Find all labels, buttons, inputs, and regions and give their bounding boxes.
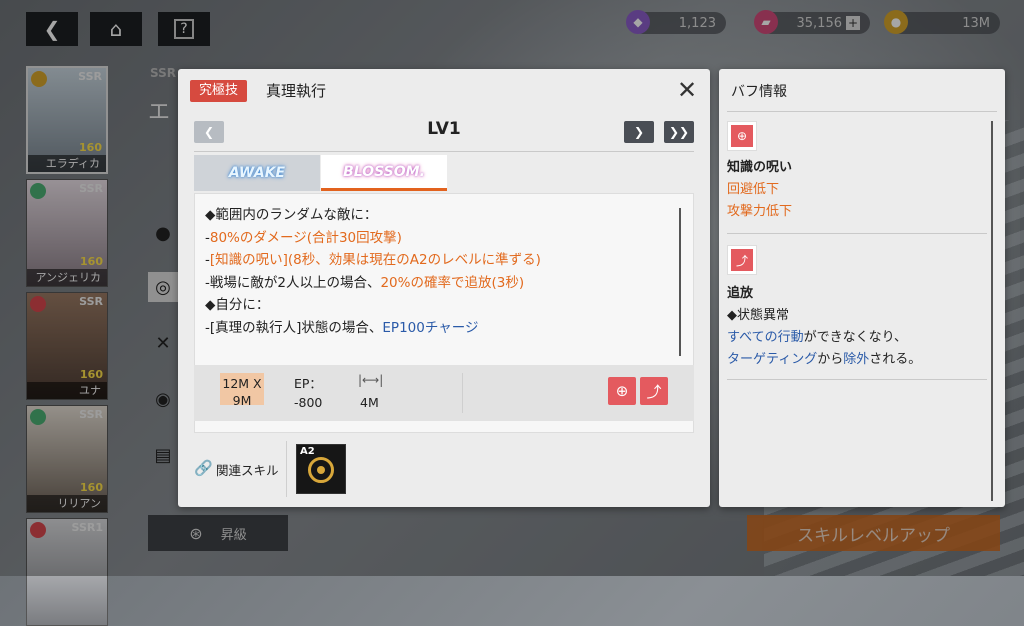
tab-awake[interactable]: AWAKE xyxy=(194,155,320,191)
text-run: ◆範囲内のランダムな敵に： xyxy=(205,207,378,223)
banish-effect-icon[interactable]: ⤴ xyxy=(640,377,668,405)
text-run: すべての行動 xyxy=(727,330,804,345)
close-button[interactable]: ✕ xyxy=(674,77,700,103)
buff-effects: 回避低下 攻撃力低下 xyxy=(727,179,792,223)
text-run: -[真理の執行人]状態の場合、 xyxy=(205,319,383,336)
distance-icon: |⟷| xyxy=(358,373,384,387)
text-run: 攻撃力低下 xyxy=(727,204,793,219)
ep-label: EP： xyxy=(294,376,322,391)
tab-blossom[interactable]: BLOSSOM. xyxy=(321,155,447,191)
text-line: -戦場に敵が2人以上の場合、20%の確率で追放(3秒) xyxy=(205,272,541,295)
distance-value: 4M xyxy=(360,395,379,410)
text-run: [知識の呪い](8秒、効果は現在のA2のレベルに準ずる) xyxy=(209,252,541,268)
text-run: から xyxy=(817,352,844,367)
curse-buff-icon: ⊕ xyxy=(727,121,757,151)
text-line: -[知識の呪い](8秒、効果は現在のA2のレベルに準ずる) xyxy=(205,249,541,272)
text-line: すべての行動ができなくなり、 xyxy=(727,327,921,349)
text-run: される。 xyxy=(869,352,922,367)
buff-name: 追放 xyxy=(727,286,754,301)
skill-title: 真理執行 xyxy=(266,82,327,100)
text-run: ◆状態異常 xyxy=(727,308,789,323)
text-run: -戦場に敵が2人以上の場合、 xyxy=(205,274,381,291)
max-level-button[interactable]: ❯❯ xyxy=(664,121,694,143)
divider xyxy=(286,441,287,497)
text-line: ターゲティングから除外される。 xyxy=(727,349,921,371)
text-line: ◆状態異常 xyxy=(727,305,921,327)
banish-buff-icon: ⤴ xyxy=(727,245,757,275)
range-value: 12M X 9M xyxy=(222,376,262,408)
buff-name: 知識の呪い xyxy=(727,160,793,175)
skill-emblem-icon xyxy=(308,457,334,483)
buff-info-panel: バフ情報 ⊕ 知識の呪い 回避低下攻撃力低下 ⤴ 追放 ◆状態異常すべての行動が… xyxy=(719,69,1005,507)
divider xyxy=(727,379,987,380)
text-run: ◆自分に： xyxy=(205,297,270,313)
buff-panel-title: バフ情報 xyxy=(731,84,787,100)
scrollbar[interactable] xyxy=(991,121,993,501)
text-line: ◆自分に： xyxy=(205,294,541,317)
text-run: ができなくなり、 xyxy=(803,330,908,345)
chevron-right-icon: ❯ xyxy=(633,125,645,139)
text-line: 回避低下 xyxy=(727,179,792,201)
skill-stats: 12M X 9M EP： -800 |⟷| 4M ⊕ ⤴ xyxy=(194,365,694,421)
next-level-button[interactable]: ❯ xyxy=(624,121,654,143)
divider xyxy=(727,111,997,112)
text-run: 80%のダメージ(合計30回攻撃) xyxy=(209,229,402,246)
text-run: EP100チャージ xyxy=(382,319,479,336)
related-skill-a2[interactable]: A2 xyxy=(296,444,346,494)
text-run: 回避低下 xyxy=(727,182,780,197)
text-line: -[真理の執行人]状態の場合、EP100チャージ xyxy=(205,317,541,340)
ultimate-tag: 究極技 xyxy=(190,80,248,102)
divider xyxy=(727,233,987,234)
description-text: ◆範囲内のランダムな敵に： -80%のダメージ(合計30回攻撃) -[知識の呪い](… xyxy=(205,204,541,339)
ep-value: -800 xyxy=(294,395,323,410)
double-chevron-right-icon: ❯❯ xyxy=(668,125,690,139)
curse-effect-icon[interactable]: ⊕ xyxy=(608,377,636,405)
text-line: 攻撃力低下 xyxy=(727,201,792,223)
buff-effects: ◆状態異常 すべての行動ができなくなり、 ターゲティングから除外される。 xyxy=(727,305,921,371)
text-line: ◆範囲内のランダムな敵に： xyxy=(205,204,541,227)
text-run: 20%の確率で追放(3秒) xyxy=(380,274,525,291)
text-run: 除外 xyxy=(843,352,870,367)
scrollbar[interactable] xyxy=(679,208,681,356)
related-skill-label: 関連スキル xyxy=(216,463,279,478)
text-line: -80%のダメージ(合計30回攻撃) xyxy=(205,227,541,250)
skill-detail-modal: 究極技 真理執行 ✕ ❮ LV1 ❯ ❯❯ AWAKE BLOSSOM. ◆範囲… xyxy=(178,69,710,507)
text-run: ターゲティング xyxy=(727,352,818,367)
close-icon: ✕ xyxy=(676,76,698,104)
divider xyxy=(194,151,694,152)
link-icon: 🔗 xyxy=(194,459,213,477)
divider xyxy=(462,373,463,413)
